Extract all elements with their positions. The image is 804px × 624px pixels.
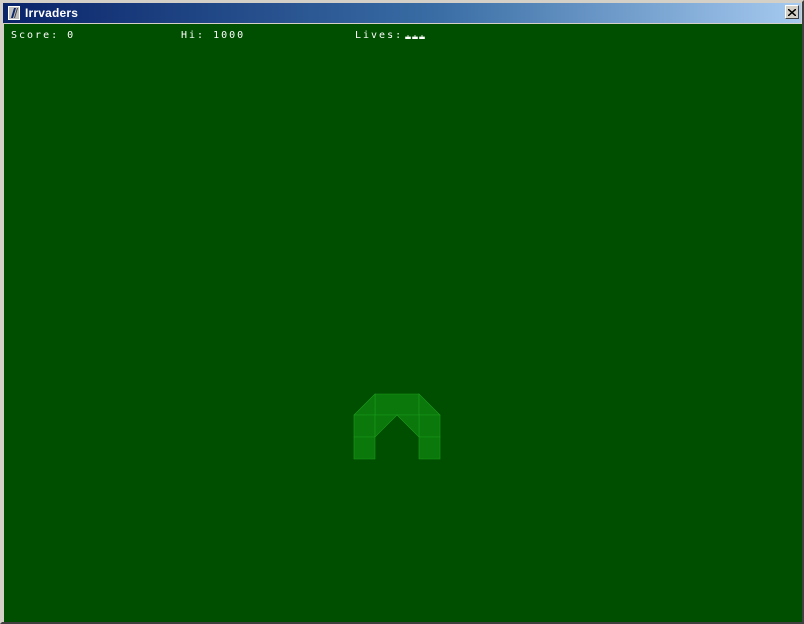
- life-ship-icon: [412, 35, 418, 39]
- close-button[interactable]: [785, 5, 799, 19]
- window-title: Irrvaders: [25, 6, 79, 20]
- life-ship-icon: [405, 35, 411, 39]
- life-ship-icon: [419, 35, 425, 39]
- score-label: Score:: [11, 30, 60, 41]
- hiscore-label: Hi:: [181, 30, 206, 41]
- hiscore-value: 1000: [213, 30, 246, 41]
- hiscore-display: Hi: 1000: [181, 30, 245, 41]
- lives-icons: [405, 32, 426, 39]
- lives-display: Lives:: [355, 30, 426, 41]
- defense-bunker: [353, 393, 441, 460]
- game-viewport[interactable]: Score: 0 Hi: 1000 Lives:: [4, 24, 802, 622]
- score-display: Score: 0: [11, 30, 75, 41]
- title-bar[interactable]: Irrvaders: [3, 3, 801, 23]
- score-value: 0: [67, 30, 76, 41]
- lives-label: Lives:: [355, 30, 404, 41]
- irrlicht-app-icon: [7, 6, 21, 20]
- game-window: Irrvaders Score: 0 Hi: 1000 Lives:: [0, 0, 804, 624]
- close-icon: [787, 3, 797, 21]
